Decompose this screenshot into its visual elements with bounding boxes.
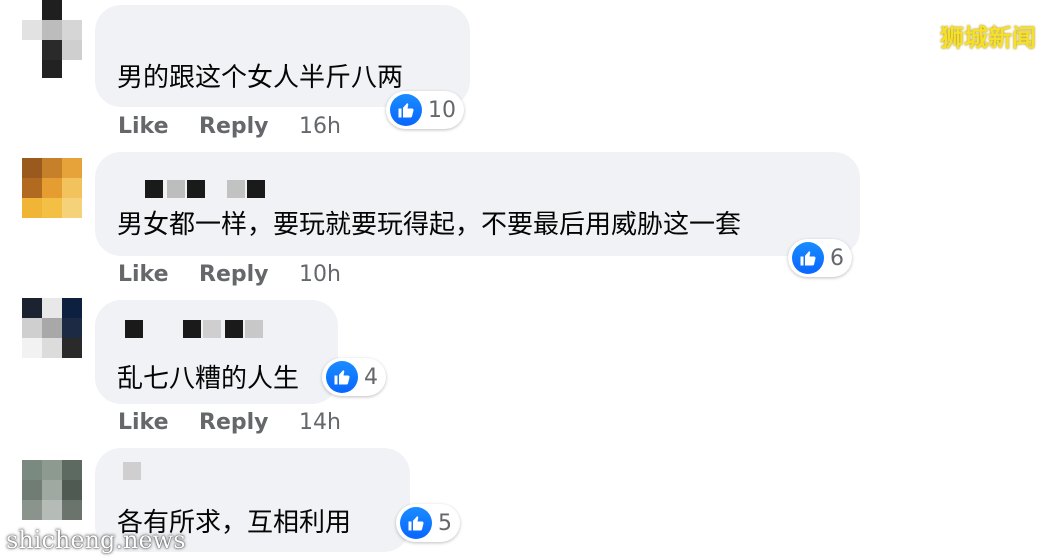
redacted-author-name	[117, 462, 157, 480]
reaction-count: 10	[428, 97, 456, 123]
reaction-badge[interactable]: 5	[396, 504, 460, 542]
watermark-text: shicheng.news	[6, 526, 186, 554]
reaction-badge[interactable]: 4	[322, 358, 386, 396]
redacted-author-name	[117, 180, 267, 198]
reply-link[interactable]: Reply	[199, 410, 269, 435]
reaction-count: 6	[830, 245, 844, 271]
comment-text: 男女都一样，要玩就要玩得起，不要最后用威胁这一套	[117, 210, 742, 240]
like-thumb-icon	[326, 361, 358, 393]
like-thumb-icon	[390, 94, 422, 126]
like-link[interactable]: Like	[118, 114, 169, 139]
reply-link[interactable]: Reply	[199, 262, 269, 287]
avatar[interactable]	[22, 298, 82, 358]
timestamp[interactable]: 16h	[299, 114, 341, 139]
like-link[interactable]: Like	[118, 262, 169, 287]
reaction-count: 5	[438, 510, 452, 536]
timestamp[interactable]: 10h	[299, 262, 341, 287]
reaction-count: 4	[364, 364, 378, 390]
comment-bubble: 男女都一样，要玩就要玩得起，不要最后用威胁这一套	[95, 152, 860, 256]
like-thumb-icon	[400, 507, 432, 539]
avatar[interactable]	[22, 158, 82, 218]
reaction-badge[interactable]: 6	[788, 239, 852, 277]
comment-text: 男的跟这个女人半斤八两	[117, 63, 404, 93]
comment-bubble: 乱七八糟的人生	[95, 300, 338, 404]
avatar[interactable]	[22, 0, 82, 78]
avatar[interactable]	[22, 460, 82, 520]
like-thumb-icon	[792, 242, 824, 274]
brand-logo-text: 狮城新闻	[940, 24, 1036, 52]
comment-text: 乱七八糟的人生	[117, 364, 300, 394]
redacted-author-name	[117, 320, 267, 338]
like-link[interactable]: Like	[118, 410, 169, 435]
timestamp[interactable]: 14h	[299, 410, 341, 435]
reply-link[interactable]: Reply	[199, 114, 269, 139]
reaction-badge[interactable]: 10	[386, 91, 464, 129]
